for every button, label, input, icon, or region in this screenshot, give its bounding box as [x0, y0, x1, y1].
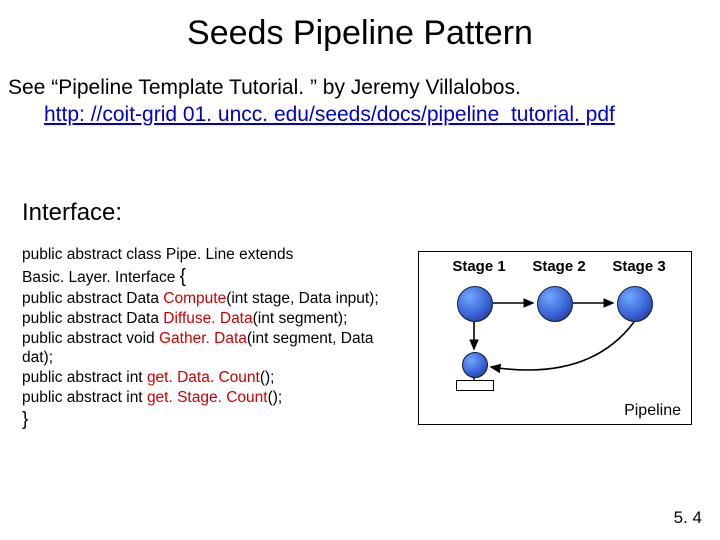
page-title: Seeds Pipeline Pattern	[0, 0, 720, 53]
method-gather: Gather. Data	[159, 330, 247, 347]
code-block: public abstract class Pipe. Line extends…	[22, 245, 412, 432]
method-getstagecount: get. Stage. Count	[147, 389, 268, 406]
code-text: ();	[260, 369, 275, 386]
code-text: (int stage, Data input);	[226, 290, 379, 307]
code-text: (int segment, Data	[247, 330, 374, 347]
interface-heading: Interface:	[0, 129, 720, 227]
code-text: ();	[268, 389, 283, 406]
pipeline-diagram: Stage 1 Stage 2 Stage 3	[412, 245, 710, 445]
code-text: public abstract Data	[22, 310, 163, 327]
diagram-box: Stage 1 Stage 2 Stage 3	[418, 251, 692, 425]
intro-line1: See “Pipeline Template Tutorial. ” by Je…	[8, 76, 521, 99]
slide: Seeds Pipeline Pattern See “Pipeline Tem…	[0, 0, 720, 540]
code-text: (int segment);	[253, 310, 348, 327]
diagram-caption: Pipeline	[624, 402, 681, 420]
diagram-arrows	[419, 252, 691, 424]
code-text: public abstract Data	[22, 290, 163, 307]
code-text: public abstract int	[22, 369, 147, 386]
code-line: dat);	[22, 349, 53, 366]
code-line: Basic. Layer. Interface	[22, 269, 180, 286]
code-line: public abstract class Pipe. Line extends	[22, 246, 293, 263]
intro-text: See “Pipeline Template Tutorial. ” by Je…	[0, 53, 720, 129]
close-brace: }	[22, 409, 28, 430]
method-compute: Compute	[163, 290, 226, 307]
code-text: public abstract void	[22, 330, 159, 347]
code-text: public abstract int	[22, 389, 147, 406]
method-getdatacount: get. Data. Count	[147, 369, 260, 386]
content-columns: public abstract class Pipe. Line extends…	[0, 227, 720, 445]
method-diffuse: Diffuse. Data	[163, 310, 252, 327]
page-number: 5. 4	[674, 508, 702, 528]
open-brace: {	[180, 266, 186, 287]
tutorial-link[interactable]: http: //coit-grid 01. uncc. edu/seeds/do…	[44, 102, 615, 129]
